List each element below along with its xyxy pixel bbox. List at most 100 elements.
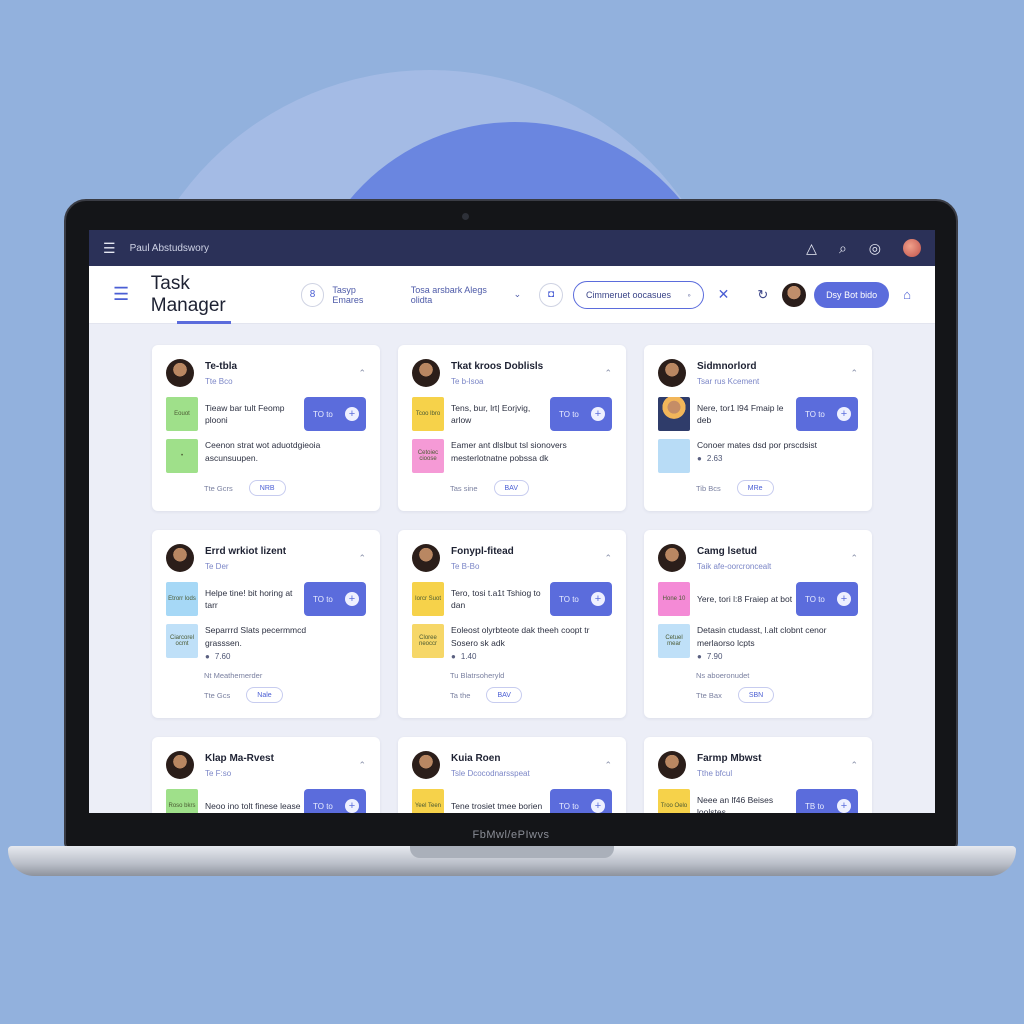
chevron-up-icon[interactable]: ⌃: [850, 760, 858, 771]
chevron-up-icon[interactable]: ⌃: [358, 368, 366, 379]
card-footer: Tte Gcs Nale: [204, 687, 283, 703]
status-badge[interactable]: BAV: [486, 687, 522, 703]
chevron-up-icon[interactable]: ⌃: [358, 553, 366, 564]
card-title-block: Errd wrkiot lizent Te Der: [205, 546, 286, 571]
laptop-brand: FbMwl/ePIwvs: [472, 829, 550, 841]
task-item[interactable]: Cloree neoccr Eoleost olyrbteote dak the…: [412, 624, 612, 661]
task-meta-value: 2.63: [706, 454, 723, 463]
settings-icon[interactable]: ◎: [869, 241, 881, 255]
hamburger-icon[interactable]: ☰: [103, 241, 116, 255]
calendar-icon[interactable]: 8: [300, 282, 325, 307]
search-value: Cimmeruet oocasues: [585, 289, 671, 300]
task-text-block: Conoer mates dsd por prscdsist ● 2.63: [690, 439, 837, 463]
task-text: Neee an lf46 Beises loolstes: [697, 795, 774, 813]
task-thumbnail: Hone 10: [658, 582, 690, 616]
status-badge[interactable]: BAV: [493, 480, 530, 496]
card-header: Sidmnorlord Tsar rus Kcement ⌃: [658, 359, 858, 387]
card-title: Camg lsetud: [697, 545, 758, 557]
todo-label: TO to: [805, 594, 825, 604]
card-title: Errd wrkiot lizent: [205, 545, 287, 557]
card-subtitle: Tsle Dcocodnarsspeat: [451, 768, 530, 778]
card-subtitle: Te b-lsoa: [451, 376, 484, 386]
task-item[interactable]: Ciarcorel ocmt Separrrd Slats pecermmcd …: [166, 624, 366, 661]
card-title: Fonypl-fitead: [451, 545, 514, 557]
card-footer: Tib Bcs MRe: [696, 480, 774, 496]
card-title: Farmp Mbwst: [697, 752, 762, 764]
user-avatar[interactable]: [782, 282, 807, 307]
primary-action-button[interactable]: Dsy Bot bido: [814, 281, 890, 308]
card-subtitle: Tte Bco: [205, 376, 233, 386]
task-text: Tero, tosi t.a1t Tshiog to dan: [451, 588, 541, 610]
chevron-down-icon[interactable]: ⌄: [514, 289, 522, 300]
task-item[interactable]: Conoer mates dsd por prscdsist ● 2.63: [658, 439, 858, 473]
bag-icon[interactable]: ⌂: [903, 287, 911, 302]
card-title: Klap Ma-Rvest: [205, 752, 274, 764]
task-card[interactable]: Te-tbla Tte Bco ⌃ Eouot Tieaw bar tult F…: [152, 345, 380, 511]
menu-icon[interactable]: ☰: [113, 284, 133, 305]
chevron-up-icon[interactable]: ⌃: [850, 368, 858, 379]
task-thumbnail: [658, 439, 690, 473]
task-item[interactable]: Etrorr lods Helpe tine! bit horing at ta…: [166, 582, 366, 616]
todo-button[interactable]: TO to +: [550, 397, 612, 431]
task-card[interactable]: Sidmnorlord Tsar rus Kcement ⌃ Nere, tor…: [644, 345, 872, 511]
search-input[interactable]: Cimmeruet oocasues ◦: [572, 280, 704, 309]
search-clear-icon[interactable]: ◦: [687, 290, 690, 300]
task-card[interactable]: Farmp Mbwst Tthe bfcul ⌃ Troo Oelo Neee …: [644, 737, 872, 813]
chevron-up-icon[interactable]: ⌃: [358, 760, 366, 771]
task-item[interactable]: • Ceenon strat wot aduotdgieoia ascunsuu…: [166, 439, 366, 473]
task-item[interactable]: Eouot Tieaw bar tult Feomp plooni TO to …: [166, 397, 366, 431]
card-header: Kuia Roen Tsle Dcocodnarsspeat ⌃: [412, 751, 612, 779]
task-text: Tene trosiet tmee borien: [451, 801, 543, 811]
task-card[interactable]: Klap Ma-Rvest Te F:so ⌃ Roso bkrs Neoo i…: [152, 737, 380, 813]
chevron-up-icon[interactable]: ⌃: [604, 368, 612, 379]
task-card[interactable]: Tkat kroos Doblisls Te b-lsoa ⌃ Tcoo lbr…: [398, 345, 626, 511]
refresh-icon[interactable]: ↻: [757, 287, 768, 303]
chevron-up-icon[interactable]: ⌃: [604, 553, 612, 564]
card-subtitle: Tsar rus Kcement: [697, 376, 760, 386]
todo-button[interactable]: TO to +: [550, 582, 612, 616]
task-item[interactable]: Hone 10 Yere, tori l:8 Fraiep at bot TO …: [658, 582, 858, 616]
notification-icon[interactable]: ◘: [539, 282, 563, 307]
task-item[interactable]: Iorcr Suot Tero, tosi t.a1t Tshiog to da…: [412, 582, 612, 616]
task-text: Tens, bur, lrt| Eorjvig, arlow: [451, 403, 531, 425]
task-text: Helpe tine! bit horing at tarr: [205, 588, 293, 610]
bell-icon[interactable]: △: [806, 241, 817, 255]
status-badge[interactable]: MRe: [736, 480, 774, 496]
chevron-up-icon[interactable]: ⌃: [604, 760, 612, 771]
chevron-up-icon[interactable]: ⌃: [850, 553, 858, 564]
filter-status[interactable]: Tosa arsbark Alegs olidta: [411, 285, 510, 305]
card-header: Klap Ma-Rvest Te F:so ⌃: [166, 751, 366, 779]
task-card-grid: Te-tbla Tte Bco ⌃ Eouot Tieaw bar tult F…: [152, 345, 872, 813]
todo-button[interactable]: TO to +: [304, 582, 366, 616]
status-badge[interactable]: SBN: [737, 687, 775, 703]
task-item[interactable]: Roso bkrs Neoo ino tolt finese lease TO …: [166, 789, 366, 813]
task-item[interactable]: Yeel Teen Tene trosiet tmee borien TO to…: [412, 789, 612, 813]
search-icon[interactable]: ⌕: [839, 241, 847, 255]
close-icon[interactable]: ✕: [718, 286, 730, 303]
task-card[interactable]: Errd wrkiot lizent Te Der ⌃ Etrorr lods …: [152, 530, 380, 718]
status-badge[interactable]: NRB: [248, 480, 286, 496]
todo-button[interactable]: TO to +: [550, 789, 612, 813]
card-title-block: Sidmnorlord Tsar rus Kcement: [697, 361, 759, 386]
os-bar-title: Paul Abstudswory: [129, 242, 210, 254]
task-item[interactable]: Cetuel mear Detasin ctudasst, l.alt clob…: [658, 624, 858, 661]
task-item[interactable]: Tcoo lbro Tens, bur, lrt| Eorjvig, arlow…: [412, 397, 612, 431]
status-badge[interactable]: Nale: [246, 687, 283, 703]
os-user-avatar[interactable]: [903, 239, 921, 257]
card-subtitle: Te F:so: [205, 768, 232, 778]
task-card[interactable]: Camg lsetud Taik afe-oorcroncealt ⌃ Hone…: [644, 530, 872, 718]
task-thumbnail: •: [166, 439, 198, 473]
todo-label: TB to: [805, 801, 825, 811]
filter-type[interactable]: Tasyp Emares: [332, 285, 388, 305]
todo-button[interactable]: TO to +: [304, 397, 366, 431]
task-card[interactable]: Kuia Roen Tsle Dcocodnarsspeat ⌃ Yeel Te…: [398, 737, 626, 813]
todo-button[interactable]: TB to +: [796, 789, 858, 813]
task-card[interactable]: Fonypl-fitead Te B-Bo ⌃ Iorcr Suot Tero,…: [398, 530, 626, 718]
task-item[interactable]: Troo Oelo Neee an lf46 Beises loolstes T…: [658, 789, 858, 813]
todo-button[interactable]: TO to +: [796, 397, 858, 431]
task-item[interactable]: Nere, tor1 l94 Fmaip le deb TO to +: [658, 397, 858, 431]
task-text: Tieaw bar tult Feomp plooni: [205, 403, 285, 425]
todo-button[interactable]: TO to +: [304, 789, 366, 813]
task-item[interactable]: Cetoiec cioose Eamer ant dlslbut tsl sio…: [412, 439, 612, 473]
todo-button[interactable]: TO to +: [796, 582, 858, 616]
